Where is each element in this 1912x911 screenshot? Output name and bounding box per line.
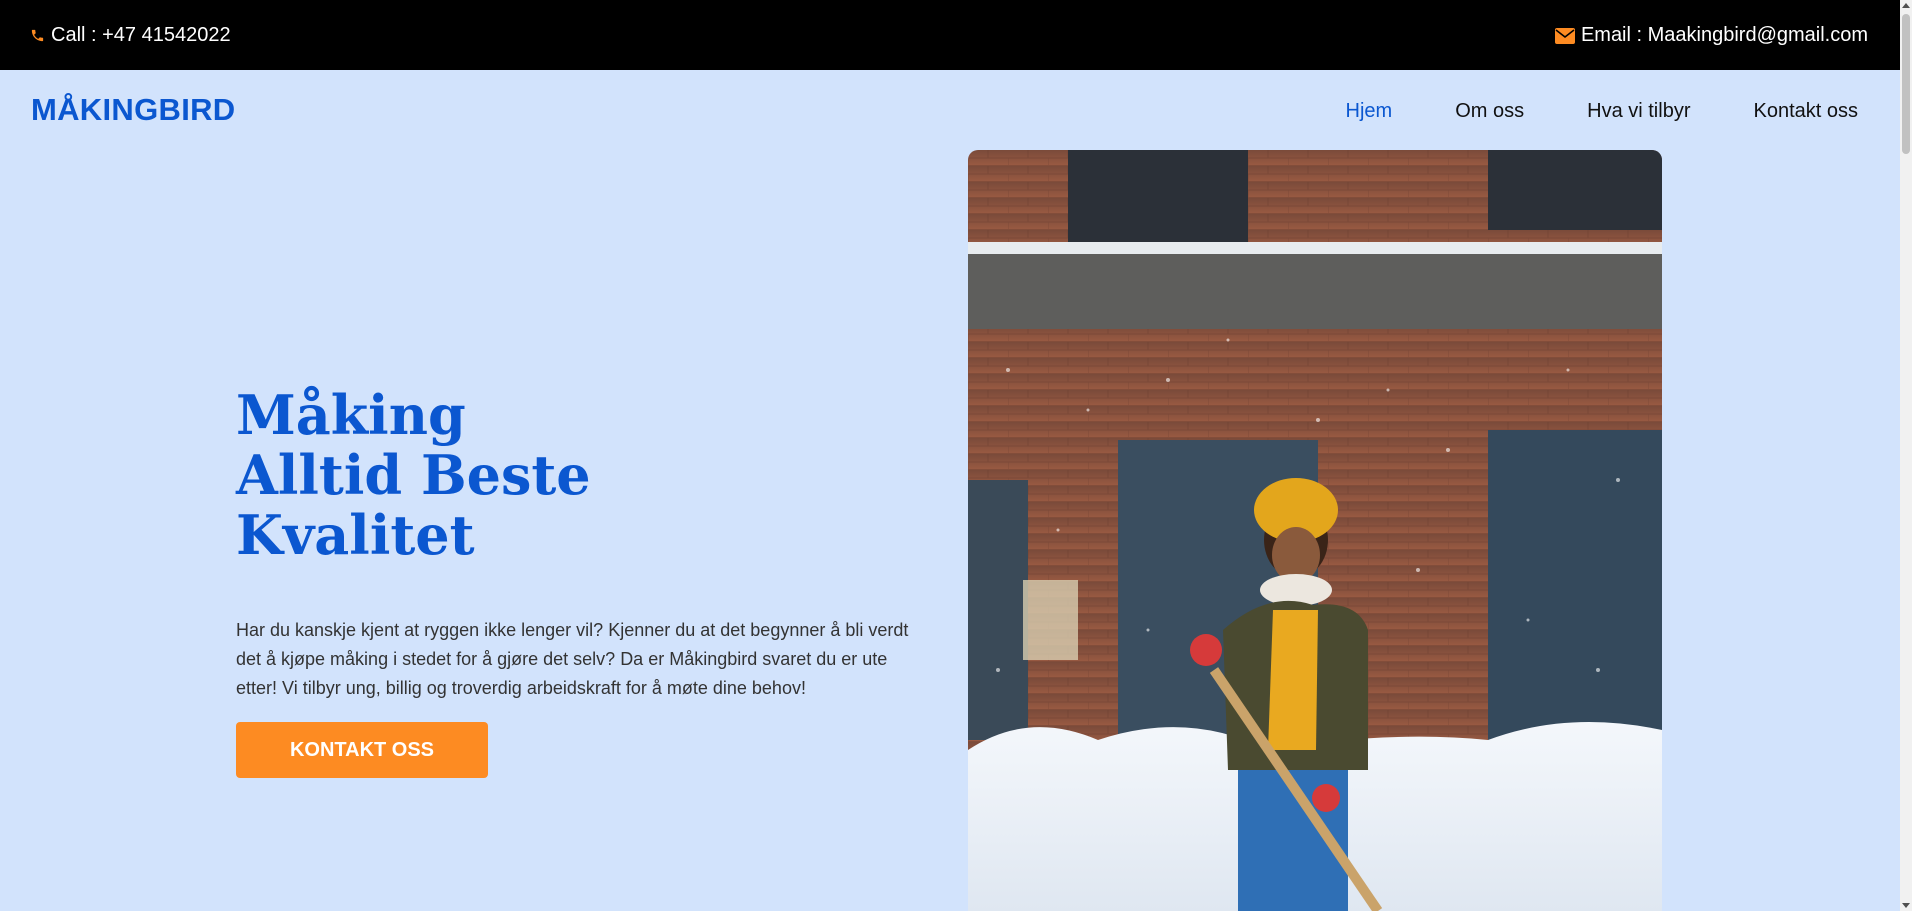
- scroll-up-arrow-icon[interactable]: [1902, 3, 1910, 8]
- nav-item-hva-vi-tilbyr[interactable]: Hva vi tilbyr: [1587, 100, 1690, 123]
- nav-item-om-oss[interactable]: Om oss: [1455, 100, 1524, 123]
- email-text: Email : Maakingbird@gmail.com: [1580, 24, 1868, 46]
- page-scrollbar[interactable]: [1900, 0, 1912, 911]
- envelope-icon: [1554, 27, 1575, 44]
- hero-title-line-2: Alltid Beste: [236, 443, 591, 507]
- hero-title: Måking Alltid Beste Kvalitet: [236, 385, 936, 565]
- contact-topbar: Call : +47 41542022 Email : Maakingbird@…: [0, 0, 1900, 70]
- scroll-down-arrow-icon[interactable]: [1902, 903, 1910, 908]
- hero-description: Har du kanskje kjent at ryggen ikke leng…: [236, 620, 909, 698]
- nav-item-hjem[interactable]: Hjem: [1346, 100, 1393, 123]
- snow-shoveling-photo: [968, 150, 1662, 911]
- call-text: Call : +47 41542022: [51, 24, 231, 46]
- contact-us-button[interactable]: KONTAKT OSS: [236, 722, 488, 778]
- hero-title-line-1: Måking: [236, 383, 466, 447]
- hero-title-line-3: Kvalitet: [236, 503, 475, 567]
- call-info[interactable]: Call : +47 41542022: [30, 24, 231, 47]
- hero-image: [968, 150, 1662, 911]
- scroll-thumb[interactable]: [1902, 14, 1910, 154]
- nav-menu: Hjem Om oss Hva vi tilbyr Kontakt oss: [1346, 100, 1900, 123]
- main-navigation: MÅKINGBIRD Hjem Om oss Hva vi tilbyr Kon…: [0, 70, 1900, 150]
- nav-item-kontakt-oss[interactable]: Kontakt oss: [1753, 100, 1858, 123]
- phone-icon: [31, 29, 44, 42]
- email-info[interactable]: Email : Maakingbird@gmail.com: [1554, 24, 1868, 47]
- brand-logo[interactable]: MÅKINGBIRD: [31, 92, 236, 128]
